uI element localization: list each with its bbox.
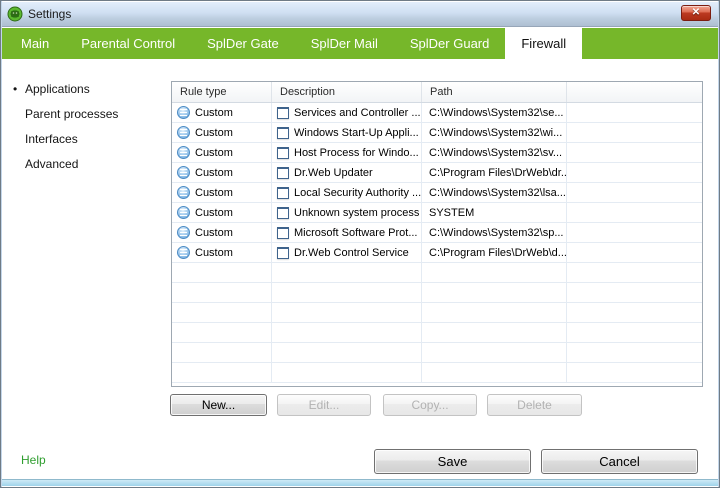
settings-window: Settings ✕ Main Parental Control SplDer … <box>0 0 720 488</box>
sidebar-item-label: Parent processes <box>25 107 118 121</box>
active-bullet: • <box>13 82 17 97</box>
table-header-row: Rule type Description Path <box>172 82 702 103</box>
description-value: Unknown system process <box>294 207 419 219</box>
path-value: SYSTEM <box>422 203 567 222</box>
rule-type-value: Custom <box>195 207 233 219</box>
table-row[interactable]: Custom Unknown system process SYSTEM <box>172 203 702 223</box>
window-bottom-border <box>2 479 718 486</box>
tab-firewall[interactable]: Firewall <box>505 28 582 59</box>
firewall-rules-table: Rule type Description Path Custom Servic… <box>171 81 703 387</box>
application-icon <box>277 147 289 159</box>
rule-type-icon <box>177 146 190 159</box>
column-header-rule-type[interactable]: Rule type <box>172 82 272 102</box>
description-value: Services and Controller ... <box>294 107 421 119</box>
path-value: C:\Windows\System32\lsa... <box>422 183 567 202</box>
description-value: Microsoft Software Prot... <box>294 227 417 239</box>
tab-spider-guard[interactable]: SplDer Guard <box>394 28 505 59</box>
tab-bar: Main Parental Control SplDer Gate SplDer… <box>2 28 718 59</box>
description-value: Windows Start-Up Appli... <box>294 127 419 139</box>
column-header-description[interactable]: Description <box>272 82 422 102</box>
empty-row <box>172 303 702 323</box>
rule-type-value: Custom <box>195 127 233 139</box>
sidebar-item-applications[interactable]: • Applications <box>13 77 163 102</box>
table-row[interactable]: Custom Dr.Web Updater C:\Program Files\D… <box>172 163 702 183</box>
sidebar-item-interfaces[interactable]: Interfaces <box>13 127 163 152</box>
rule-type-icon <box>177 246 190 259</box>
tab-spider-mail[interactable]: SplDer Mail <box>295 28 394 59</box>
firewall-panel: • Applications Parent processes Interfac… <box>3 59 717 479</box>
table-row[interactable]: Custom Windows Start-Up Appli... C:\Wind… <box>172 123 702 143</box>
rule-type-value: Custom <box>195 247 233 259</box>
rule-type-value: Custom <box>195 107 233 119</box>
copy-rule-button[interactable]: Copy... <box>383 394 477 416</box>
application-icon <box>277 227 289 239</box>
rule-type-icon <box>177 186 190 199</box>
application-icon <box>277 247 289 259</box>
rule-type-icon <box>177 106 190 119</box>
new-rule-button[interactable]: New... <box>170 394 267 416</box>
rule-type-value: Custom <box>195 187 233 199</box>
table-row[interactable]: Custom Services and Controller ... C:\Wi… <box>172 103 702 123</box>
delete-rule-button[interactable]: Delete <box>487 394 582 416</box>
path-value: C:\Windows\System32\sp... <box>422 223 567 242</box>
path-value: C:\Program Files\DrWeb\d... <box>422 243 567 262</box>
drweb-spider-icon <box>7 6 23 22</box>
path-value: C:\Windows\System32\se... <box>422 103 567 122</box>
tab-main[interactable]: Main <box>5 28 65 59</box>
rule-type-icon <box>177 206 190 219</box>
column-header-blank <box>567 82 702 102</box>
application-icon <box>277 187 289 199</box>
rule-type-value: Custom <box>195 227 233 239</box>
rule-type-icon <box>177 166 190 179</box>
description-value: Dr.Web Control Service <box>294 247 409 259</box>
rule-type-icon <box>177 226 190 239</box>
empty-row <box>172 343 702 363</box>
table-row[interactable]: Custom Microsoft Software Prot... C:\Win… <box>172 223 702 243</box>
window-title: Settings <box>28 7 71 21</box>
edit-rule-button[interactable]: Edit... <box>277 394 371 416</box>
sidebar-item-label: Advanced <box>25 157 78 171</box>
tab-spider-gate[interactable]: SplDer Gate <box>191 28 295 59</box>
path-value: C:\Windows\System32\wi... <box>422 123 567 142</box>
sidebar-item-advanced[interactable]: Advanced <box>13 152 163 177</box>
path-value: C:\Windows\System32\sv... <box>422 143 567 162</box>
description-value: Local Security Authority ... <box>294 187 421 199</box>
sidebar: • Applications Parent processes Interfac… <box>13 77 163 177</box>
description-value: Host Process for Windo... <box>294 147 419 159</box>
sidebar-item-parent-processes[interactable]: Parent processes <box>13 102 163 127</box>
application-icon <box>277 107 289 119</box>
help-link[interactable]: Help <box>21 453 46 467</box>
rule-type-value: Custom <box>195 147 233 159</box>
table-row[interactable]: Custom Host Process for Windo... C:\Wind… <box>172 143 702 163</box>
table-row[interactable]: Custom Dr.Web Control Service C:\Program… <box>172 243 702 263</box>
tab-parental-control[interactable]: Parental Control <box>65 28 191 59</box>
sidebar-item-label: Applications <box>25 82 90 96</box>
application-icon <box>277 167 289 179</box>
empty-row <box>172 323 702 343</box>
application-icon <box>277 127 289 139</box>
save-button[interactable]: Save <box>374 449 531 474</box>
empty-row <box>172 263 702 283</box>
close-button[interactable]: ✕ <box>681 5 711 21</box>
table-row[interactable]: Custom Local Security Authority ... C:\W… <box>172 183 702 203</box>
empty-row <box>172 363 702 383</box>
application-icon <box>277 207 289 219</box>
empty-row <box>172 283 702 303</box>
cancel-button[interactable]: Cancel <box>541 449 698 474</box>
path-value: C:\Program Files\DrWeb\dr... <box>422 163 567 182</box>
description-value: Dr.Web Updater <box>294 167 373 179</box>
rule-type-value: Custom <box>195 167 233 179</box>
column-header-path[interactable]: Path <box>422 82 567 102</box>
sidebar-item-label: Interfaces <box>25 132 78 146</box>
title-bar[interactable]: Settings ✕ <box>2 2 718 27</box>
rule-type-icon <box>177 126 190 139</box>
